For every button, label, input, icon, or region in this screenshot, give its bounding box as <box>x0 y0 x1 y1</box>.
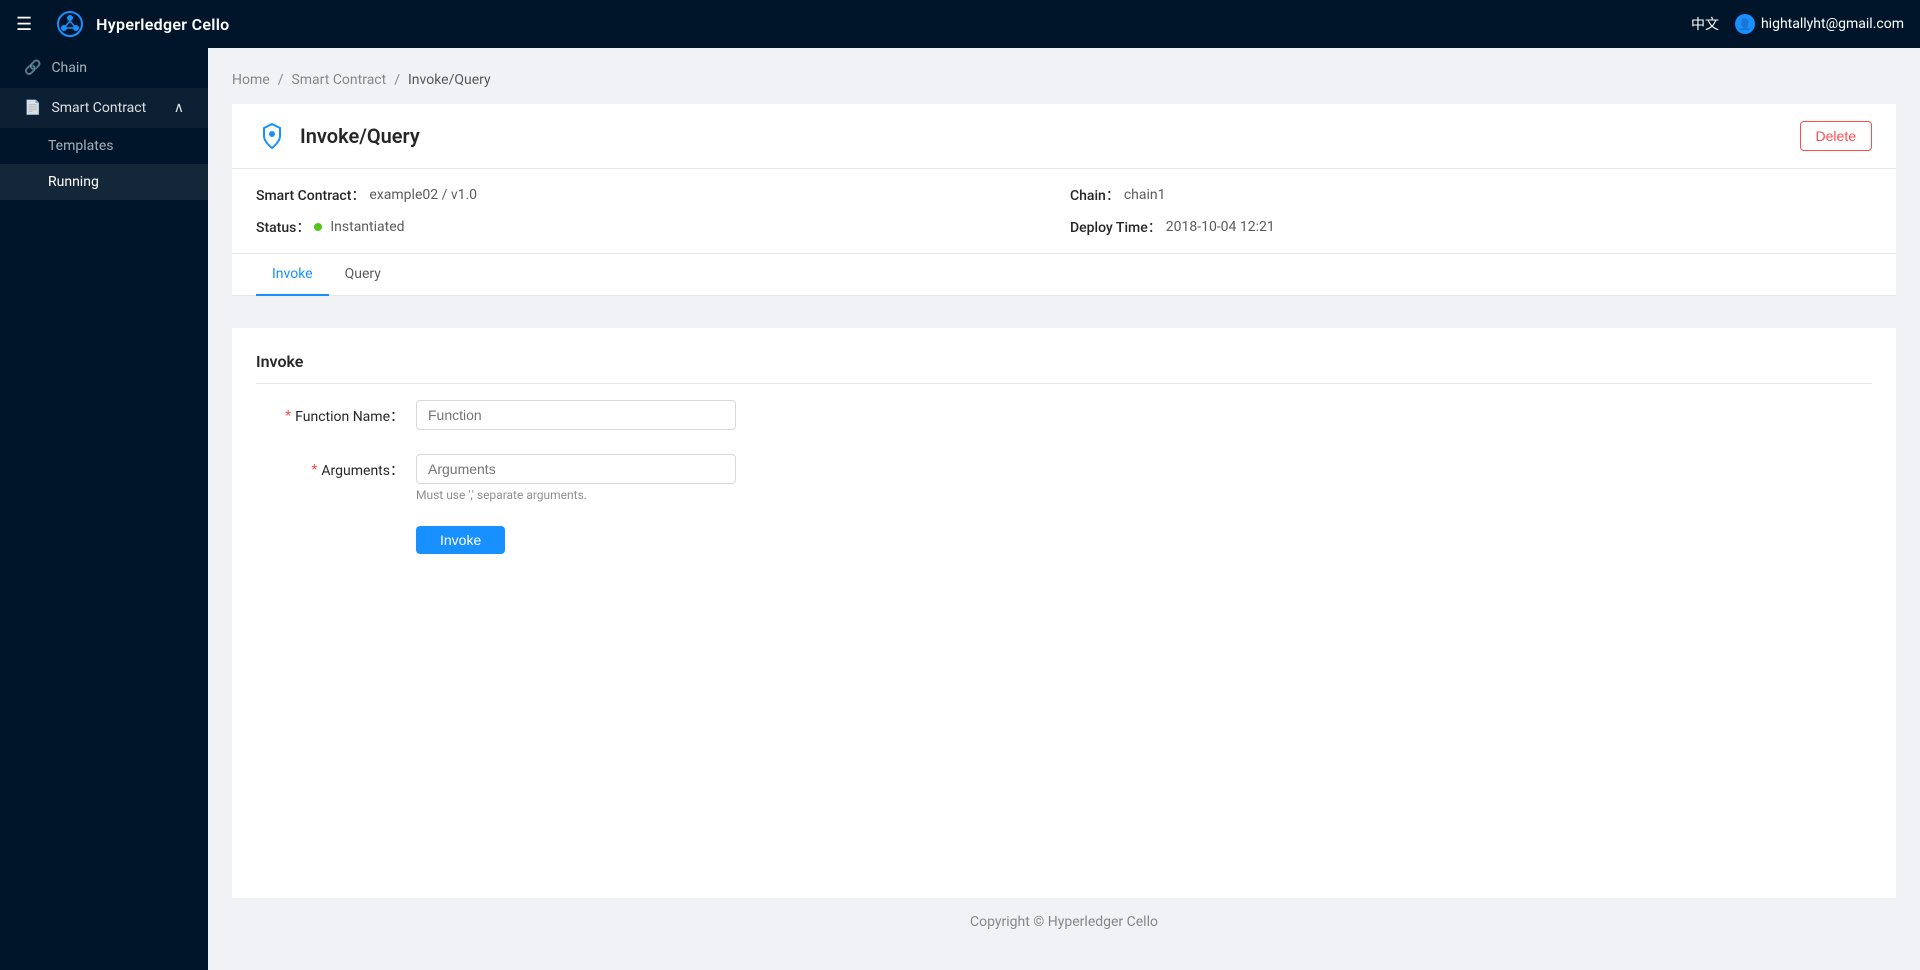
chain-label: Chain： <box>1070 185 1120 205</box>
invoke-query-icon <box>256 120 288 152</box>
deploy-time-label: Deploy Time： <box>1070 217 1162 237</box>
lang-switch[interactable]: 中文 <box>1691 14 1719 34</box>
sidebar: 🔗 Chain 📄 Smart Contract ∧ Templates Run… <box>0 48 208 970</box>
tab-invoke[interactable]: Invoke <box>256 254 329 296</box>
arguments-required-star: * <box>311 462 317 478</box>
status-indicator <box>314 223 322 231</box>
breadcrumb-home[interactable]: Home <box>232 72 270 88</box>
user-avatar: 👤 <box>1735 14 1755 34</box>
breadcrumb-sep-2: / <box>394 72 400 88</box>
page-title: Invoke/Query <box>300 124 420 148</box>
function-name-label: * Function Name： <box>256 400 416 426</box>
footer: Copyright © Hyperledger Cello <box>232 898 1896 946</box>
breadcrumb-current: Invoke/Query <box>408 72 491 88</box>
info-chain: Chain： chain1 <box>1070 185 1872 205</box>
function-name-control <box>416 400 956 430</box>
layout: 🔗 Chain 📄 Smart Contract ∧ Templates Run… <box>0 48 1920 970</box>
smart-contract-value: example02 / v1.0 <box>369 187 477 203</box>
sidebar-item-smart-contract[interactable]: 📄 Smart Contract ∧ <box>0 88 208 128</box>
arguments-control: Must use ',' separate arguments. <box>416 454 956 502</box>
page-title-area: Invoke/Query <box>256 120 420 152</box>
deploy-time-value: 2018-10-04 12:21 <box>1166 219 1275 235</box>
footer-text: Copyright © Hyperledger Cello <box>970 914 1158 930</box>
chevron-up-icon: ∧ <box>174 100 184 116</box>
chain-value: chain1 <box>1124 187 1166 203</box>
sidebar-sub-item-running[interactable]: Running <box>0 164 208 200</box>
invoke-button[interactable]: Invoke <box>416 526 505 554</box>
app-header: ☰ Hyperledger Cello 中文 👤 hightallyht@gma… <box>0 0 1920 48</box>
invoke-panel-title: Invoke <box>256 352 1872 384</box>
status-label: Status： <box>256 217 310 237</box>
arguments-hint: Must use ',' separate arguments. <box>416 488 956 502</box>
function-required-star: * <box>285 408 291 424</box>
sidebar-item-chain-label: Chain <box>51 60 87 76</box>
header-right: 中文 👤 hightallyht@gmail.com <box>1691 14 1904 34</box>
function-name-input[interactable] <box>416 400 736 430</box>
page-card: Invoke/Query Delete Smart Contract： exam… <box>232 104 1896 296</box>
delete-button[interactable]: Delete <box>1800 121 1872 151</box>
main-content: Home / Smart Contract / Invoke/Query Inv… <box>208 48 1920 970</box>
info-smart-contract: Smart Contract： example02 / v1.0 <box>256 185 1058 205</box>
arguments-input[interactable] <box>416 454 736 484</box>
menu-icon[interactable]: ☰ <box>16 14 32 35</box>
arguments-label: * Arguments： <box>256 454 416 480</box>
logo-icon <box>54 8 86 40</box>
function-name-group: * Function Name： <box>256 400 956 430</box>
tab-query[interactable]: Query <box>329 254 397 296</box>
sidebar-smart-contract-left: 📄 Smart Contract <box>24 100 146 116</box>
page-header: Invoke/Query Delete <box>232 104 1896 169</box>
breadcrumb-sep-1: / <box>278 72 284 88</box>
user-info: 👤 hightallyht@gmail.com <box>1735 14 1904 34</box>
header-left: ☰ Hyperledger Cello <box>16 8 230 40</box>
arguments-group: * Arguments： Must use ',' separate argum… <box>256 454 956 502</box>
running-label: Running <box>48 174 99 190</box>
smart-contract-icon: 📄 <box>24 100 41 116</box>
contract-info: Smart Contract： example02 / v1.0 Chain： … <box>232 169 1896 254</box>
sidebar-smart-contract-label: Smart Contract <box>51 100 146 116</box>
tabs: Invoke Query <box>232 254 1896 296</box>
chain-icon: 🔗 <box>24 60 41 76</box>
smart-contract-label: Smart Contract： <box>256 185 365 205</box>
info-status: Status： Instantiated <box>256 217 1058 237</box>
sidebar-item-chain[interactable]: 🔗 Chain <box>0 48 208 88</box>
breadcrumb-smart-contract[interactable]: Smart Contract <box>291 72 386 88</box>
invoke-panel: Invoke * Function Name： * Arguments： <box>232 328 1896 898</box>
status-value: Instantiated <box>330 219 404 235</box>
info-deploy-time: Deploy Time： 2018-10-04 12:21 <box>1070 217 1872 237</box>
templates-label: Templates <box>48 138 114 154</box>
sidebar-sub-item-templates[interactable]: Templates <box>0 128 208 164</box>
breadcrumb: Home / Smart Contract / Invoke/Query <box>232 72 1896 88</box>
app-title: Hyperledger Cello <box>96 15 229 34</box>
user-email: hightallyht@gmail.com <box>1761 16 1904 32</box>
